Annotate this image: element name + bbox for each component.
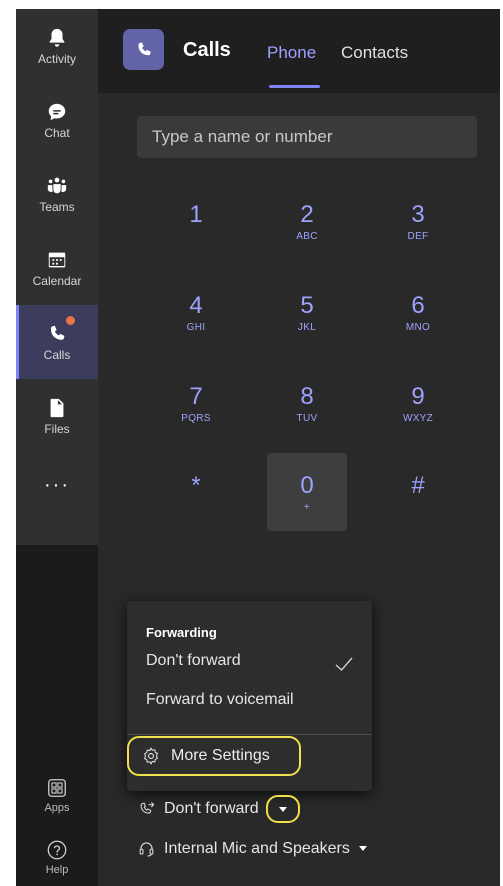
rail-item-calendar[interactable]: Calendar [16,231,98,305]
audio-device-label: Internal Mic and Speakers [164,839,350,857]
forwarding-menu: Forwarding Don't forward Forward to voic… [127,601,372,791]
forwarding-dropdown-button[interactable] [265,795,300,823]
dial-key-digit: # [411,472,425,499]
calendar-icon [48,252,66,267]
audio-device-selector[interactable]: Internal Mic and Speakers [137,839,367,858]
check-icon [335,657,353,671]
active-tab-indicator [269,85,320,88]
forwarding-status[interactable]: Don't forward [137,795,300,823]
dial-key-5[interactable]: 5 JKL [267,284,347,362]
phone-icon [50,325,65,340]
dial-key-digit: 6 [411,292,425,319]
dial-input[interactable] [137,116,477,158]
rail-label-calendar: Calendar [32,273,82,288]
tab-phone[interactable]: Phone [267,43,316,63]
app-rail: Activity Chat Teams Calendar Calls Files… [16,9,98,886]
dial-key-hash[interactable]: # [378,464,458,542]
chevron-down-icon[interactable] [358,846,367,851]
rail-label-files: Files [44,421,70,436]
rail-label-teams: Teams [39,199,75,214]
dial-key-digit: 9 [411,383,425,410]
dial-key-6[interactable]: 6 MNO [378,284,458,362]
dial-key-letters: PQRS [181,413,211,424]
call-forward-icon [140,801,155,814]
dial-key-7[interactable]: 7 PQRS [156,375,236,453]
headset-icon [139,842,154,857]
bell-icon [49,28,65,47]
dial-key-letters: JKL [297,322,317,333]
phone-icon [138,42,151,55]
rail-item-apps[interactable]: Apps [16,765,98,825]
dial-key-8[interactable]: 8 TUV [267,375,347,453]
dial-key-digit: 3 [411,201,425,228]
rail-label-help: Help [45,863,69,876]
rail-label-chat: Chat [44,125,70,140]
notification-badge [66,316,75,325]
rail-item-teams[interactable]: Teams [16,157,98,231]
rail-item-help[interactable]: Help [16,827,98,886]
dial-key-digit: 4 [189,292,203,319]
file-icon [50,398,64,417]
dial-key-letters: DEF [407,231,429,242]
menu-item-dont-forward[interactable]: Don't forward [146,652,241,670]
dial-key-letters: TUV [296,413,318,424]
page-title: Calls [183,39,231,61]
forwarding-status-label: Don't forward [164,800,259,817]
gear-icon [144,747,158,765]
dial-key-letters: ABC [296,231,318,242]
menu-divider [127,734,372,735]
dial-key-digit: 8 [300,383,314,410]
dial-key-digit: 2 [300,201,314,228]
calls-app-icon [123,29,164,70]
rail-label-apps: Apps [44,801,70,814]
dial-key-2[interactable]: 2 ABC [267,193,347,271]
rail-item-calls[interactable]: Calls [16,305,98,379]
rail-item-files[interactable]: Files [16,379,98,453]
help-icon [47,840,67,859]
dial-key-3[interactable]: 3 DEF [378,193,458,271]
dial-key-digit: 5 [300,292,314,319]
dial-key-digit: 0 [300,472,314,499]
chevron-down-icon [278,806,287,812]
rail-label-calls: Calls [43,347,71,362]
dial-key-digit: 1 [189,201,203,228]
chat-icon [48,103,66,120]
dial-key-1[interactable]: 1 [156,193,236,271]
dial-key-letters: MNO [405,322,431,333]
menu-item-forward-to-voicemail[interactable]: Forward to voicemail [146,691,294,709]
more-apps-button[interactable]: ··· [16,449,98,521]
forwarding-menu-heading: Forwarding [146,625,217,640]
dial-key-letters: GHI [186,322,206,333]
teams-window: Activity Chat Teams Calendar Calls Files… [16,9,500,886]
tab-contacts[interactable]: Contacts [341,43,408,63]
teams-icon [47,177,67,193]
dial-key-0[interactable]: 0 + [267,453,347,531]
dial-key-digit: * [191,472,201,499]
dial-key-letters: WXYZ [402,413,434,424]
dial-key-4[interactable]: 4 GHI [156,284,236,362]
more-settings-label: More Settings [171,747,270,764]
calls-header: Calls Phone Contacts [98,9,500,93]
apps-icon [48,778,66,797]
rail-item-chat[interactable]: Chat [16,83,98,157]
rail-label-activity: Activity [37,51,76,66]
dial-key-star[interactable]: * [156,464,236,542]
rail-item-activity[interactable]: Activity [16,9,98,83]
dial-key-letters: + [303,502,311,513]
dial-key-9[interactable]: 9 WXYZ [378,375,458,453]
more-settings-button[interactable]: More Settings [127,736,301,776]
dial-key-digit: 7 [189,383,203,410]
